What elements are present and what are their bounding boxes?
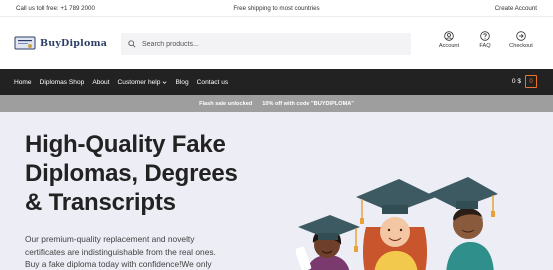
hero-desc-line: certificates are indistinguishable from … — [25, 246, 216, 257]
hero-title-line: Diplomas, Degrees — [25, 160, 238, 187]
cart-count-badge: 0 — [525, 75, 537, 88]
graduate-left — [296, 215, 360, 270]
account-icon — [444, 31, 454, 41]
checkout-label: Checkout — [509, 43, 533, 49]
nav-item-diplomas-shop[interactable]: Diplomas Shop — [40, 79, 85, 86]
nav-item-customer-help-label: Customer help — [117, 78, 161, 86]
account-label: Account — [438, 43, 460, 49]
nav-item-contact-us[interactable]: Contact us — [197, 79, 229, 86]
search-input[interactable] — [142, 40, 402, 48]
promo-code-text: 10% off with code "BUYDIPLOMA" — [262, 100, 354, 107]
hero-description: Our premium-quality replacement and nove… — [25, 233, 295, 270]
hero-title-line: & Transcripts — [25, 189, 176, 216]
logo[interactable]: BuyDiploma — [14, 36, 107, 50]
nav-item-customer-help[interactable]: Customer help — [118, 79, 168, 86]
search-icon — [128, 40, 136, 48]
question-icon — [480, 31, 490, 41]
logo-text: BuyDiploma — [40, 37, 108, 49]
diploma-logo-icon — [14, 36, 36, 50]
nav-item-about[interactable]: About — [92, 79, 109, 86]
hero-title-line: High-Quality Fake — [25, 131, 226, 158]
hero-desc-line: Our premium-quality replacement and nove… — [25, 234, 195, 244]
faq-button[interactable]: FAQ — [467, 31, 503, 49]
graduate-middle — [356, 179, 436, 270]
phone-text: Call us toll free: +1 789 2000 — [16, 4, 95, 12]
account-button[interactable]: Account — [431, 31, 467, 49]
nav-item-blog[interactable]: Blog — [175, 79, 188, 86]
header: BuyDiploma Account FAQ — [0, 17, 553, 69]
create-account-link[interactable]: Create Account — [495, 5, 537, 12]
search-bar[interactable] — [121, 33, 411, 55]
cart-total: 0 $ — [511, 78, 521, 85]
cart-button[interactable]: 0 $ 0 — [512, 75, 537, 88]
chevron-down-icon — [163, 80, 167, 84]
topbar: Call us toll free: +1 789 2000 Free ship… — [0, 0, 553, 17]
promo-flash-sale: Flash sale unlocked — [199, 100, 253, 107]
arrow-right-circle-icon — [516, 31, 526, 41]
hero-section: High-Quality Fake Diplomas, Degrees & Tr… — [0, 112, 553, 270]
shipping-text: Free shipping to most countries — [233, 4, 320, 12]
graduate-right — [428, 177, 498, 270]
faq-label: FAQ — [479, 43, 491, 49]
promo-bar: Flash sale unlocked 10% off with code "B… — [0, 95, 553, 112]
hero-title: High-Quality Fake Diplomas, Degrees & Tr… — [25, 130, 285, 217]
graduates-illustration — [296, 177, 498, 270]
hero-desc-line: Buy a fake diploma today with confidence… — [25, 259, 212, 269]
nav-item-home[interactable]: Home — [14, 79, 32, 86]
checkout-button[interactable]: Checkout — [503, 31, 539, 49]
main-nav: Home Diplomas Shop About Customer help B… — [0, 69, 553, 95]
header-icons: Account FAQ Checkout — [431, 31, 539, 49]
